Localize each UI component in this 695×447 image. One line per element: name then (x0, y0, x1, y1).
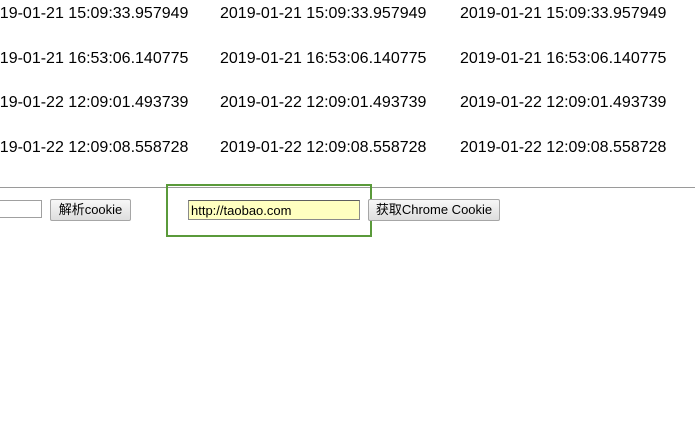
url-input[interactable] (188, 200, 360, 220)
table-cell: 2019-01-21 16:53:06.140775 (0, 50, 189, 67)
table-cell: 2019-01-22 12:09:08.558728 (220, 139, 427, 156)
cookie-input[interactable] (0, 200, 42, 218)
parse-cookie-button[interactable]: 解析cookie (50, 199, 131, 221)
get-chrome-cookie-button[interactable]: 获取Chrome Cookie (368, 199, 500, 221)
table-cell: 2019-01-22 12:09:08.558728 (460, 139, 667, 156)
table-cell: 2019-01-22 12:09:08.558728 (0, 139, 189, 156)
table-cell: 2019-01-22 12:09:01.493739 (220, 94, 427, 111)
table-cell: 2019-01-21 15:09:33.957949 (0, 5, 189, 22)
table-cell: 2019-01-21 16:53:06.140775 (460, 50, 667, 67)
table-cell: 2019-01-22 12:09:01.493739 (0, 94, 189, 111)
table-cell: 2019-01-21 15:09:33.957949 (220, 5, 427, 22)
page: 2019-01-21 15:09:33.957949 2019-01-21 15… (0, 0, 695, 447)
table-cell: 2019-01-21 15:09:33.957949 (460, 5, 667, 22)
table-cell: 2019-01-21 16:53:06.140775 (220, 50, 427, 67)
table-cell: 2019-01-22 12:09:01.493739 (460, 94, 667, 111)
